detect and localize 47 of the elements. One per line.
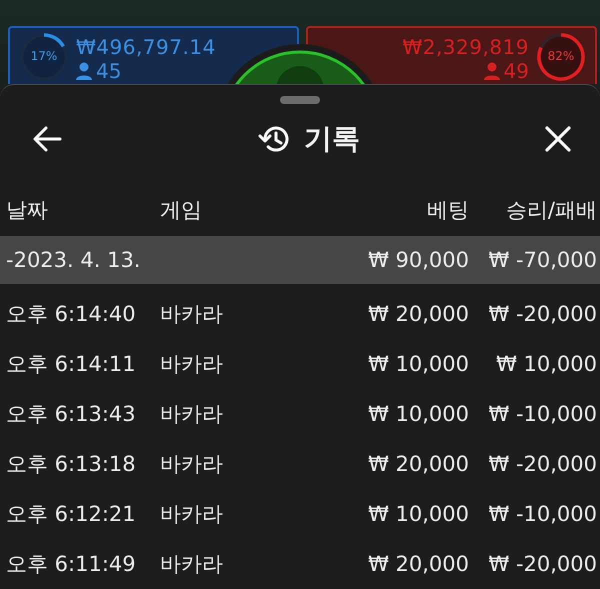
game-cell-text: 바카라 <box>160 301 223 328</box>
result-cell: ₩ -20,000 <box>488 452 597 476</box>
date-cell: -2023. 4. 13. <box>6 248 140 272</box>
game-cell-text: 바카라 <box>160 351 223 378</box>
amount-label: ₩496,797.14 <box>76 35 216 59</box>
bet-cell: ₩ 20,000 <box>368 302 469 326</box>
bet-cell: ₩ 10,000 <box>368 502 469 526</box>
time-cell-text: 오후 6:11:49 <box>6 551 136 578</box>
time-cell-text: 오후 6:13:43 <box>6 401 136 428</box>
bet-cell: ₩ 10,000 <box>368 352 469 376</box>
percent-label: 82% <box>546 49 576 63</box>
progress-arc <box>537 33 585 81</box>
result-cell: ₩ 10,000 <box>496 352 597 376</box>
person-icon <box>76 62 92 80</box>
history-icon <box>258 124 290 154</box>
game-cell-text: 바카라 <box>160 451 223 478</box>
person-icon <box>484 62 500 80</box>
percent-label: 17% <box>30 49 58 63</box>
bet-cell: ₩ 90,000 <box>368 248 469 272</box>
column-header: 날짜 <box>6 197 48 224</box>
count-label: 49 <box>504 59 529 83</box>
game-cell-text: 바카라 <box>160 551 223 578</box>
result-cell: ₩ -10,000 <box>488 402 597 426</box>
time-cell-text: 오후 6:13:18 <box>6 451 136 478</box>
column-header: 승리/패배 <box>506 197 597 224</box>
amount-label: ₩2,329,819 <box>402 35 529 59</box>
result-cell: ₩ -20,000 <box>488 302 597 326</box>
count-label: 45 <box>96 59 122 83</box>
result-cell: ₩ -70,000 <box>488 248 597 272</box>
sheet-title: 기록 <box>304 121 360 157</box>
time-cell-text: 오후 6:14:11 <box>6 351 136 378</box>
column-header: 베팅 <box>427 197 469 224</box>
bet-cell: ₩ 20,000 <box>368 552 469 576</box>
bet-cell: ₩ 10,000 <box>368 402 469 426</box>
time-cell-text: 오후 6:14:40 <box>6 301 136 328</box>
close-button[interactable] <box>544 125 572 153</box>
game-cell-text: 바카라 <box>160 501 223 528</box>
date-group-row[interactable]: -2023. 4. 13. ₩ 90,000 ₩ -70,000 <box>0 236 600 284</box>
column-header: 게임 <box>160 197 202 224</box>
drag-handle[interactable] <box>280 96 320 104</box>
back-button[interactable] <box>32 126 62 152</box>
result-cell: ₩ -10,000 <box>488 502 597 526</box>
game-cell-text: 바카라 <box>160 401 223 428</box>
progress-arc <box>44 33 65 48</box>
bet-cell: ₩ 20,000 <box>368 452 469 476</box>
time-cell-text: 오후 6:12:21 <box>6 501 136 528</box>
result-cell: ₩ -20,000 <box>488 552 597 576</box>
